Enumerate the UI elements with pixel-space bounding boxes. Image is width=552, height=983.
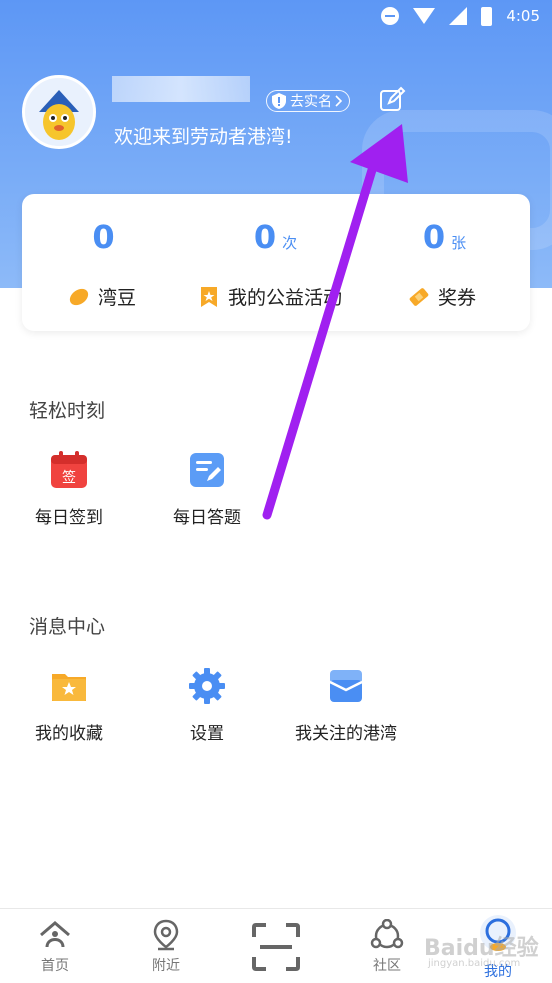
daily-checkin-label: 每日签到 — [35, 508, 103, 528]
stat-tickets-label[interactable]: 奖券 — [408, 283, 476, 310]
nav-nearby[interactable]: 附近 — [121, 919, 211, 975]
followed-harbors-label: 我关注的港湾 — [295, 724, 397, 744]
gear-icon — [189, 668, 225, 704]
stat-beans-label[interactable]: 湾豆 — [68, 283, 136, 310]
stat-activities-label[interactable]: 我的公益活动 — [198, 283, 342, 310]
scan-icon — [252, 923, 300, 971]
my-favorites-label: 我的收藏 — [35, 724, 103, 744]
folder-star-icon — [52, 674, 86, 701]
home-icon — [40, 921, 70, 948]
chevron-right-icon — [335, 95, 343, 107]
mascot-avatar-icon — [25, 78, 93, 146]
community-icon — [370, 919, 404, 949]
quiz-edit-icon — [190, 453, 224, 487]
status-bar: 4:05 — [0, 0, 552, 32]
welcome-text: 欢迎来到劳动者港湾! — [114, 126, 293, 148]
edit-profile-icon[interactable] — [378, 86, 406, 114]
daily-checkin-button[interactable]: 签 每日签到 — [9, 450, 129, 528]
signal-icon — [449, 7, 468, 25]
status-time: 4:05 — [506, 7, 540, 25]
bookmark-star-icon — [201, 286, 217, 307]
avatar[interactable] — [22, 75, 96, 149]
nav-community[interactable]: 社区 — [342, 919, 432, 975]
shield-icon — [272, 93, 286, 109]
nav-scan[interactable] — [231, 921, 321, 973]
stats-card: 0 0次 0张 湾豆 我的公益活动 奖券 — [22, 194, 530, 331]
section-title-relax: 轻松时刻 — [29, 400, 106, 422]
svg-text:签: 签 — [62, 469, 76, 486]
stat-beans-value[interactable]: 0 — [22, 218, 191, 256]
daily-quiz-button[interactable]: 每日答题 — [147, 450, 267, 528]
my-favorites-button[interactable]: 我的收藏 — [9, 666, 129, 744]
settings-button[interactable]: 设置 — [147, 666, 267, 744]
bean-icon — [69, 288, 89, 305]
location-pin-icon — [153, 919, 179, 951]
verify-label: 去实名 — [290, 94, 332, 110]
section-title-messages: 消息中心 — [29, 616, 106, 638]
settings-label: 设置 — [190, 724, 224, 744]
wifi-icon — [413, 8, 436, 24]
inbox-icon — [329, 670, 363, 702]
battery-icon — [481, 6, 493, 26]
calendar-sign-icon: 签 — [51, 451, 87, 488]
ticket-icon — [409, 287, 429, 306]
dnd-icon — [381, 7, 400, 25]
daily-quiz-label: 每日答题 — [173, 508, 241, 528]
stat-activities-value[interactable]: 0次 — [191, 218, 360, 256]
watermark-url: jingyan.baidu.com — [428, 958, 521, 969]
followed-harbors-button[interactable]: 我关注的港湾 — [286, 666, 406, 744]
stat-tickets-value[interactable]: 0张 — [360, 218, 529, 256]
username-blurred — [112, 76, 250, 102]
verify-button[interactable]: 去实名 — [266, 90, 350, 112]
nav-home[interactable]: 首页 — [10, 919, 100, 975]
